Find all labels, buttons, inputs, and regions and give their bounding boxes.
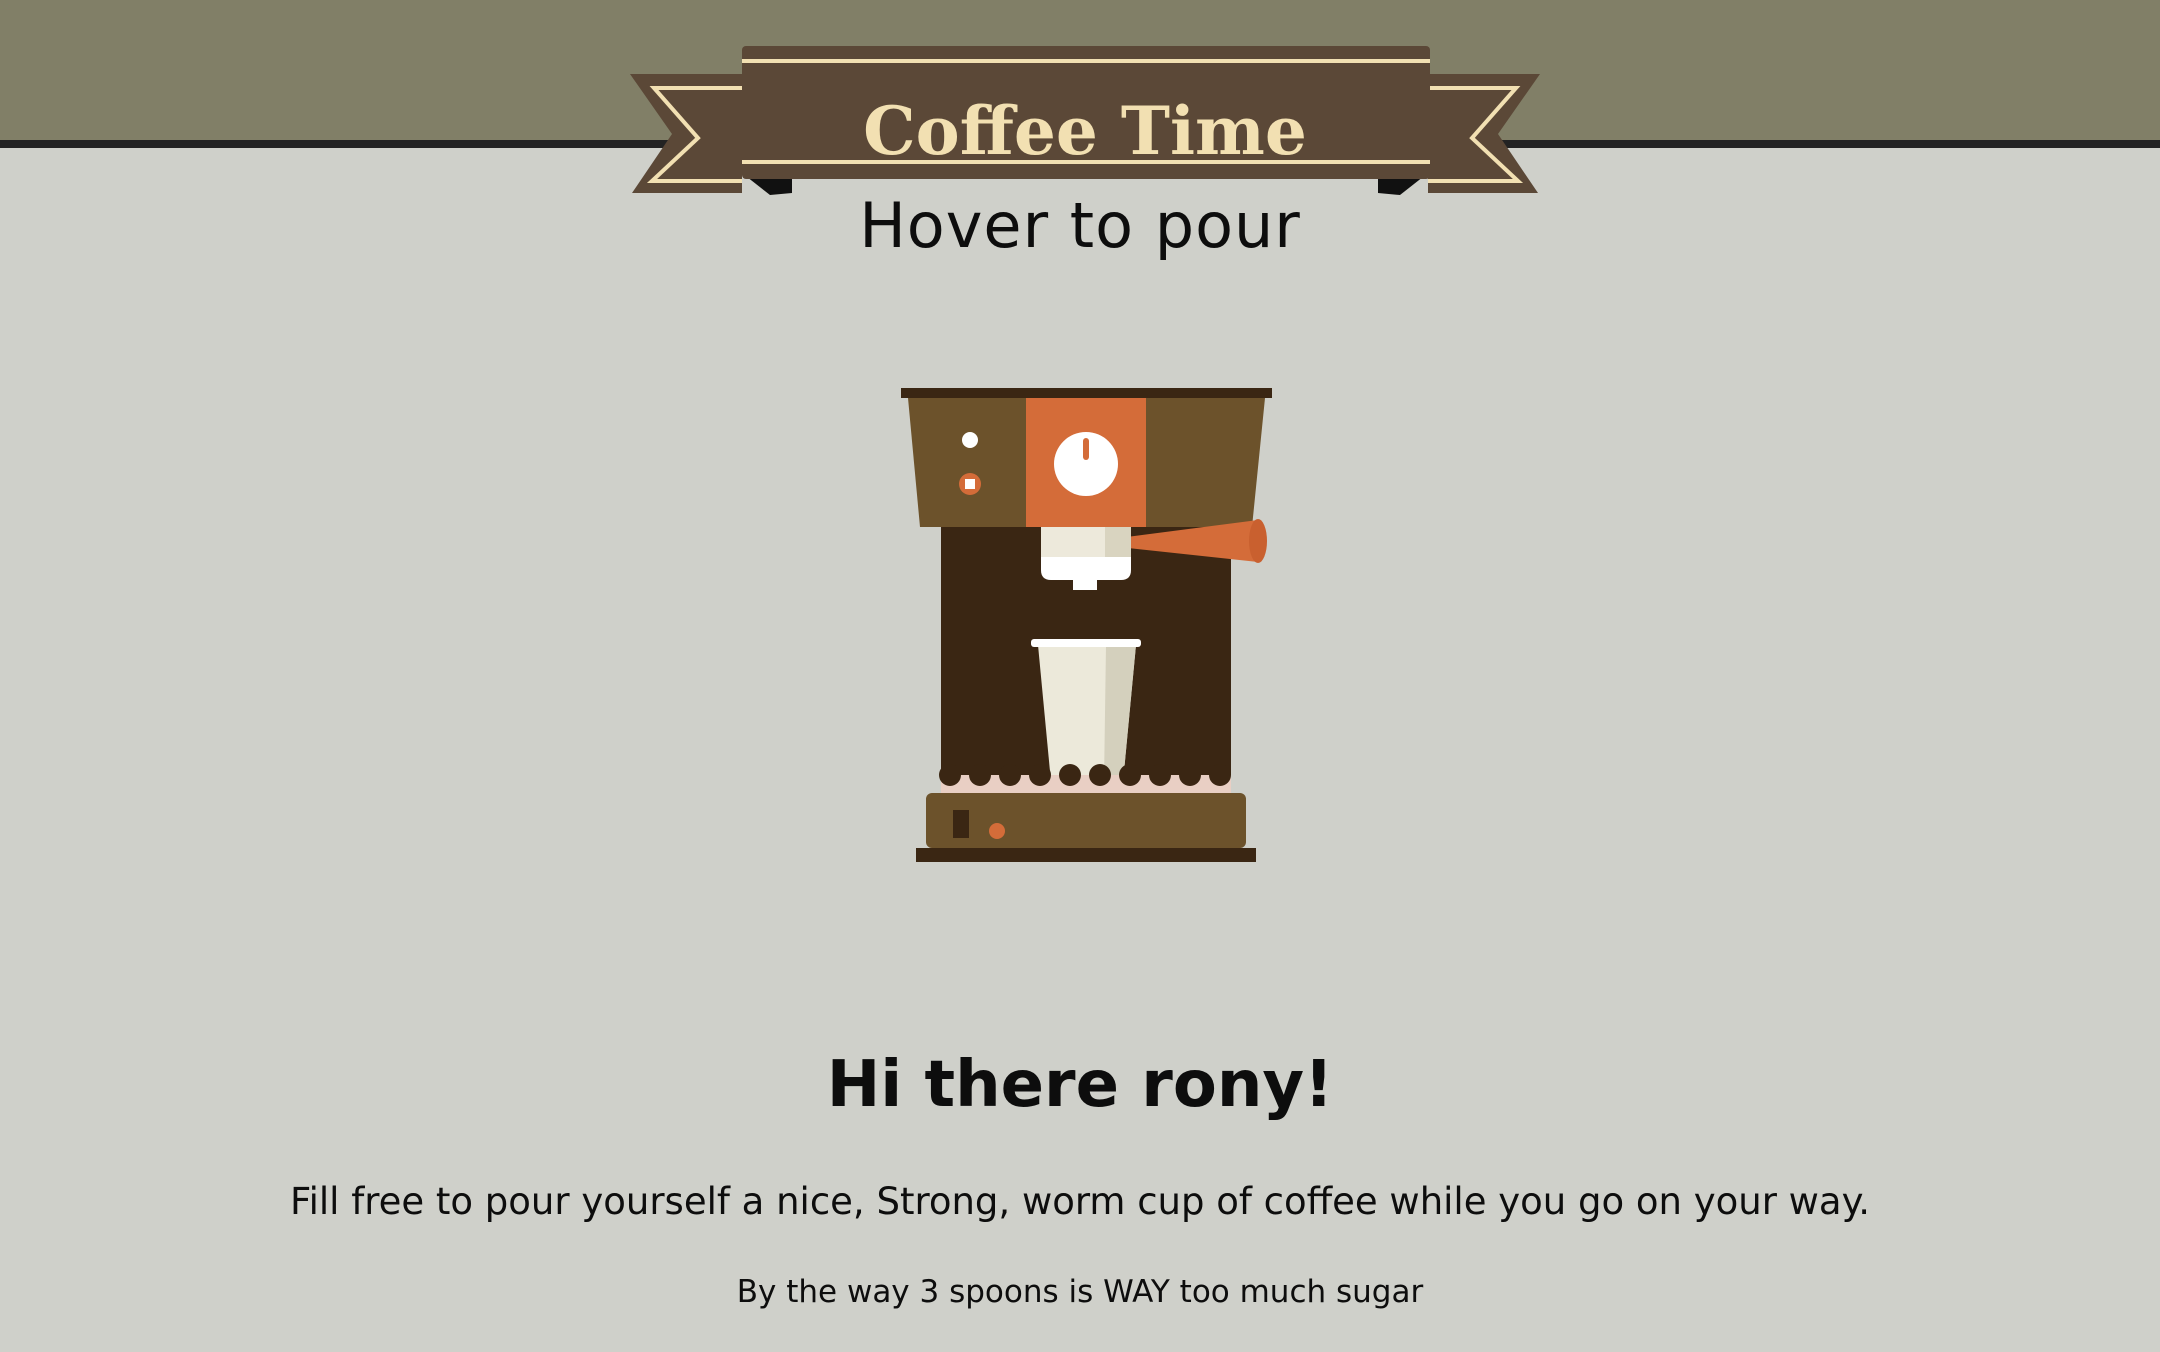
hover-hint: Hover to pour <box>859 189 1301 262</box>
title-banner: Coffee Time <box>620 38 1550 208</box>
coffee-machine[interactable] <box>890 380 1280 880</box>
coffee-machine-icon <box>901 388 1272 862</box>
greeting-heading: Hi there rony! <box>826 1048 1334 1122</box>
page-title: Coffee Time <box>863 92 1307 170</box>
sugar-note: By the way 3 spoons is WAY too much suga… <box>736 1274 1424 1310</box>
page: Coffee Time Hover to pour Hi there rony!… <box>0 0 2160 1352</box>
welcome-message: Fill free to pour yourself a nice, Stron… <box>290 1180 1870 1223</box>
